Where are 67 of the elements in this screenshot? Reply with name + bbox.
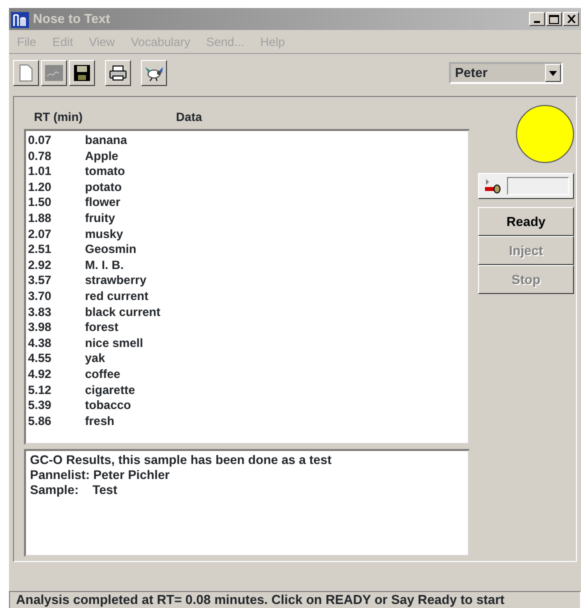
data-cell: nice smell <box>85 336 144 352</box>
toolbar-button[interactable] <box>105 60 131 86</box>
results-line: Sample: Test <box>30 483 118 498</box>
data-cell: yak <box>85 351 106 367</box>
data-cell: tomato <box>85 164 125 180</box>
time-cell-text: 4.55 <box>28 351 52 367</box>
results-line: GC-O Results, this sample has been done as a test <box>30 453 332 468</box>
microphone-icon <box>483 178 503 194</box>
time-cell-text: 0.78 <box>28 148 52 164</box>
chart-icon <box>45 65 63 81</box>
data-cell: black current <box>85 304 160 320</box>
close-button[interactable] <box>563 12 579 26</box>
maximize-button[interactable] <box>546 12 562 26</box>
data-cell: banana <box>85 133 128 149</box>
data-cell: fruity <box>85 210 115 227</box>
microphone-button[interactable] <box>478 173 574 199</box>
time-cell-text: 2.07 <box>28 226 52 242</box>
time-cell-text: 1.20 <box>28 180 52 196</box>
time-cell-text: 3.83 <box>28 304 52 320</box>
time-cell-text: 1.01 <box>28 164 52 180</box>
data-cell: Geosmin <box>85 242 136 258</box>
data-cell: flower <box>85 195 120 211</box>
data-cell: strawberry <box>85 273 146 289</box>
column-header: Data <box>176 109 202 126</box>
time-cell-text: 5.12 <box>28 382 52 398</box>
time-cell-text: 2.92 <box>28 258 52 274</box>
data-cell: tobacco <box>85 398 132 414</box>
column-header: RT (min) <box>34 109 84 126</box>
time-cell-text: 0.07 <box>28 133 52 149</box>
app-icon <box>11 9 29 29</box>
save-icon <box>74 65 90 81</box>
toolbar-button[interactable] <box>141 60 167 86</box>
data-cell: M. I. B. <box>85 258 124 274</box>
data-cell: red current <box>85 288 148 305</box>
data-cell: potato <box>85 180 122 196</box>
user-dropdown[interactable]: Peter <box>449 62 563 84</box>
time-cell-text: 3.98 <box>28 320 52 336</box>
data-cell: fresh <box>85 414 114 430</box>
time-cell-text: 3.57 <box>28 273 52 289</box>
document-icon <box>19 64 33 82</box>
toolbar-button[interactable] <box>41 60 67 86</box>
action-button[interactable]: Ready <box>478 207 574 236</box>
status-bar: Analysis completed at RT= 0.08 minutes. Click on READY or Say Ready to start <box>9 591 581 608</box>
time-cell-text: 5.39 <box>28 398 52 414</box>
window-title: Nose to Text <box>33 10 110 28</box>
maximize-icon <box>549 14 559 24</box>
data-cell: coffee <box>85 366 120 382</box>
minimize-button[interactable] <box>529 12 545 26</box>
printer-icon <box>109 65 127 81</box>
data-cell: forest <box>85 320 118 336</box>
toolbar-button[interactable] <box>13 60 39 86</box>
data-cell: Apple <box>85 148 118 164</box>
close-icon <box>566 15 576 23</box>
time-cell-text: 3.70 <box>28 288 52 305</box>
data-cell: cigarette <box>85 382 136 398</box>
toolbar-button[interactable] <box>69 60 95 86</box>
time-cell-text: 4.92 <box>28 366 52 382</box>
time-cell-text: 1.88 <box>28 210 52 227</box>
level-meter <box>507 177 569 195</box>
dropdown-arrow-icon[interactable] <box>549 70 557 76</box>
results-line: Pannelist: Peter Pichler <box>30 468 171 483</box>
time-cell-text: 5.86 <box>28 414 52 430</box>
time-cell-text: 2.51 <box>28 242 52 258</box>
bird-icon <box>144 64 164 82</box>
data-cell: musky <box>85 226 124 242</box>
time-cell-text: 4.38 <box>28 336 52 352</box>
time-cell-text: 1.50 <box>28 195 52 211</box>
